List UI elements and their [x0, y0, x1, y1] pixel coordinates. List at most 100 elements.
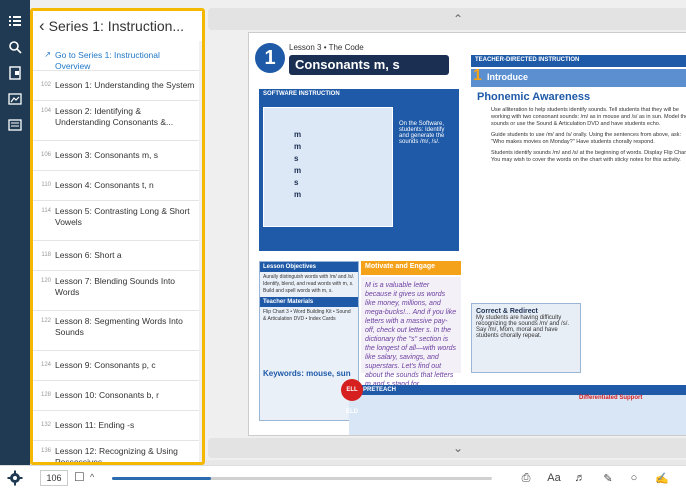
tdi-band: TEACHER-DIRECTED INSTRUCTION: [471, 55, 686, 67]
differentiated-heading: Differentiated Support: [579, 395, 643, 401]
introduce-band: 1 Introduce: [471, 67, 686, 87]
toc-header[interactable]: ‹ Series 1: Instruction...: [33, 11, 202, 41]
toc-item-label: Lesson 7: Blending Sounds Into Words: [55, 276, 176, 297]
toc-item-label: Lesson 6: Short a: [55, 250, 122, 260]
toc-item[interactable]: 114 Lesson 5: Contrasting Long & Short Vo…: [33, 201, 202, 241]
toc-item[interactable]: 136 Lesson 12: Recognizing & Using Posses…: [33, 441, 202, 465]
image-icon[interactable]: [6, 90, 24, 108]
toc-page-number: 106: [40, 152, 51, 158]
toc-item[interactable]: 128 Lesson 10: Consonants b, r: [33, 381, 202, 411]
toc-item[interactable]: 122 Lesson 8: Segmenting Words Into Sound…: [33, 311, 202, 351]
correct-text: My students are having difficulty recogn…: [476, 315, 570, 339]
toc-item[interactable]: 118 Lesson 6: Short a: [33, 241, 202, 271]
toc-goto-link[interactable]: ↗ Go to Series 1: Instructional Overview: [33, 41, 202, 71]
toc-item[interactable]: 132 Lesson 11: Ending -s: [33, 411, 202, 441]
correct-heading: Correct & Redirect: [476, 308, 538, 315]
materials-text: Flip Chart 3 • Word Building Kit • Sound…: [263, 309, 351, 322]
page-progress-fill: [112, 477, 211, 480]
software-row: m: [294, 166, 302, 175]
next-page-bar[interactable]: ⌄: [208, 438, 686, 458]
chevron-left-icon[interactable]: ‹: [39, 17, 45, 34]
bookmark-outline-icon[interactable]: ☐: [74, 470, 85, 484]
software-band: SOFTWARE INSTRUCTION: [259, 89, 459, 101]
materials-heading: Teacher Materials: [260, 297, 358, 307]
instruction-paragraph: Use alliteration to help students identi…: [491, 107, 686, 127]
toc-list: ↗ Go to Series 1: Instructional Overview 1…: [33, 41, 202, 465]
correct-redirect-box: Correct & Redirect My students are havin…: [471, 303, 581, 373]
chevron-down-icon: ⌄: [452, 441, 464, 455]
print-icon[interactable]: ⎙: [518, 470, 534, 486]
toc-item-label: Go to Series 1: Instructional Overview: [55, 50, 160, 71]
software-row: s: [294, 154, 299, 163]
toc-page-number: 102: [40, 82, 51, 88]
page-progress-track[interactable]: [112, 477, 492, 480]
toc-item-label: Lesson 12: Recognizing & Using Possessiv…: [55, 446, 178, 465]
ell-badge: ELL ELD: [341, 379, 363, 415]
document-page: 1 Lesson 3 • The Code Consonants m, s SO…: [248, 32, 686, 436]
toc-item-label: Lesson 2: Identifying & Understanding Co…: [55, 106, 174, 127]
lesson-number: 1: [255, 43, 285, 73]
lesson-header: 1 Lesson 3 • The Code Consonants m, s: [255, 43, 459, 83]
highlight-icon[interactable]: ✎: [600, 470, 616, 486]
toc-page-number: 110: [41, 182, 51, 188]
text-size-icon[interactable]: Aa: [544, 470, 564, 486]
step-number: 1: [473, 67, 482, 84]
edit-icon[interactable]: ✍: [654, 470, 670, 486]
toc-panel: ‹ Series 1: Instruction... ↗ Go to Series…: [30, 8, 205, 465]
motivate-quote: M is a valuable letter because it gives …: [361, 277, 461, 388]
help-icon[interactable]: ○: [626, 470, 642, 486]
software-panel: m m s m s m On the Software, students: I…: [259, 101, 459, 251]
bottom-toolbar: 106 ☐ ^ ⎙ Aa ♬ ✎ ○ ✍: [0, 465, 686, 490]
bookmark-icon[interactable]: [6, 64, 24, 82]
gear-icon[interactable]: [7, 470, 23, 486]
audio-icon[interactable]: ♬: [572, 470, 588, 486]
instruction-paragraph: Guide students to use /m/ and /s/ orally…: [491, 132, 682, 145]
objectives-text: Aurally distinguish words with /m/ and /…: [263, 274, 355, 294]
toc-page-number: 118: [41, 252, 51, 258]
lesson-title: Consonants m, s: [289, 55, 449, 75]
software-note: On the Software, students: Identify and …: [399, 121, 445, 145]
toc-page-number: 114: [41, 208, 51, 214]
phonemic-awareness-heading: Phonemic Awareness: [477, 91, 591, 103]
toc-item[interactable]: 120 Lesson 7: Blending Sounds Into Words: [33, 271, 202, 311]
toc-item[interactable]: 106 Lesson 3: Consonants m, s: [33, 141, 202, 171]
software-row: m: [294, 190, 302, 199]
toc-page-number: 136: [40, 448, 51, 454]
toc-item[interactable]: 110 Lesson 4: Consonants t, n: [33, 171, 202, 201]
toc-page-number: 128: [40, 392, 51, 398]
toc-title: Series 1: Instruction...: [48, 18, 185, 34]
instruction-paragraph: Students identify sounds /m/ and /s/ at …: [491, 150, 686, 163]
toc-page-number: 120: [40, 278, 51, 284]
toc-item-label: Lesson 10: Consonants b, r: [55, 390, 159, 400]
software-row: m: [294, 142, 302, 151]
previous-page-bar[interactable]: ⌃: [208, 8, 686, 30]
toc-item-label: Lesson 8: Segmenting Words Into Sounds: [55, 316, 183, 337]
introduce-label: Introduce: [487, 72, 529, 82]
software-row: s: [294, 178, 299, 187]
notes-icon[interactable]: [6, 116, 24, 134]
software-screen: m m s m s m: [263, 107, 393, 227]
toc-item-label: Lesson 4: Consonants t, n: [55, 180, 154, 190]
page-number-input[interactable]: 106: [40, 470, 68, 486]
toc-item[interactable]: 124 Lesson 9: Consonants p, c: [33, 351, 202, 381]
toc-item-label: Lesson 9: Consonants p, c: [55, 360, 156, 370]
external-link-icon: ↗: [44, 50, 51, 59]
toc-item[interactable]: 104 Lesson 2: Identifying & Understanding…: [33, 101, 202, 141]
preteach-band: PRETEACH: [349, 385, 686, 435]
toc-page-number: 104: [40, 108, 51, 114]
chevron-up-icon: ⌃: [452, 12, 464, 26]
lesson-tag: Lesson 3 • The Code: [289, 43, 364, 52]
caret-up-icon[interactable]: ^: [90, 472, 94, 482]
toc-item-label: Lesson 3: Consonants m, s: [55, 150, 159, 160]
software-row: m: [294, 130, 302, 139]
list-icon[interactable]: [6, 12, 24, 30]
toc-page-number: 124: [40, 362, 51, 368]
icon-rail: [0, 0, 30, 490]
toc-scrollbar[interactable]: [199, 41, 202, 462]
preteach-heading: PRETEACH: [349, 385, 686, 395]
search-icon[interactable]: [6, 38, 24, 56]
toc-item-label: Lesson 1: Understanding the System: [55, 80, 195, 90]
toc-item[interactable]: 102 Lesson 1: Understanding the System: [33, 71, 202, 101]
toc-page-number: 132: [40, 422, 51, 428]
toc-page-number: 122: [40, 318, 51, 324]
